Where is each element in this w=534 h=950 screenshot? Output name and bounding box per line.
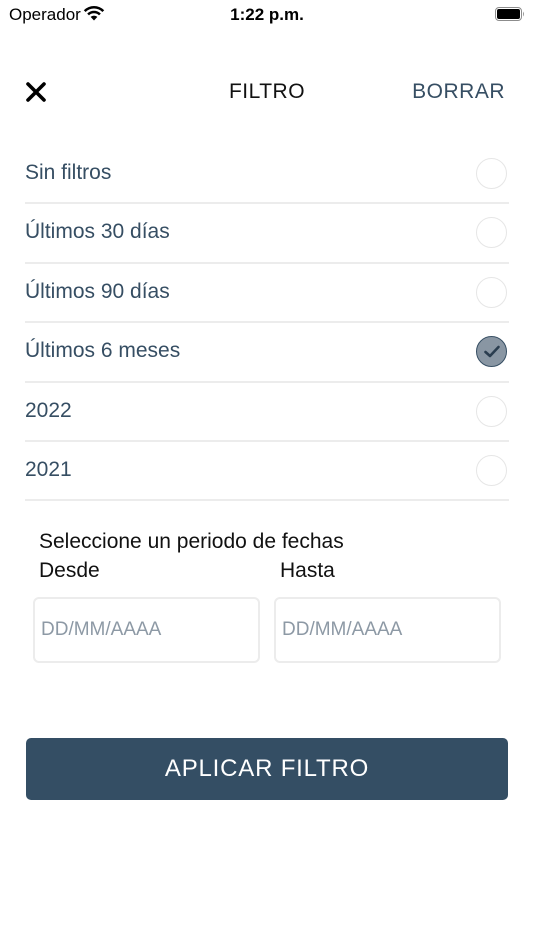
radio-button[interactable]	[476, 158, 507, 189]
option-ultimos-30-dias[interactable]: Últimos 30 días	[25, 204, 509, 264]
to-label: Hasta	[280, 559, 335, 582]
option-ultimos-6-meses[interactable]: Últimos 6 meses	[25, 323, 509, 383]
option-label: 2021	[25, 457, 72, 481]
header: FILTRO BORRAR	[0, 70, 534, 114]
option-label: Últimos 6 meses	[25, 339, 181, 363]
to-date-input[interactable]	[274, 597, 501, 663]
from-label: Desde	[39, 559, 100, 582]
option-2022[interactable]: 2022	[25, 383, 509, 442]
radio-button[interactable]	[476, 395, 507, 427]
radio-button-checked[interactable]	[476, 336, 507, 368]
checkmark-icon	[484, 345, 500, 358]
radio-button[interactable]	[476, 276, 507, 308]
option-label: 2022	[25, 398, 72, 422]
apply-filter-button[interactable]: APLICAR FILTRO	[26, 738, 508, 800]
battery-icon	[495, 7, 524, 21]
option-label: Últimos 90 días	[25, 279, 170, 303]
option-label: Últimos 30 días	[25, 220, 170, 244]
date-range-title: Seleccione un periodo de fechas	[39, 530, 344, 553]
radio-button[interactable]	[476, 454, 507, 486]
status-bar: Operador 1:22 p.m.	[0, 0, 534, 30]
option-2021[interactable]: 2021	[25, 442, 509, 502]
clear-button[interactable]: BORRAR	[412, 80, 505, 104]
clock: 1:22 p.m.	[230, 5, 304, 24]
option-label: Sin filtros	[25, 161, 112, 184]
radio-button[interactable]	[476, 217, 507, 249]
filter-options-list: Sin filtros Últimos 30 días Últimos 90 d…	[25, 145, 509, 502]
option-sin-filtros[interactable]: Sin filtros	[25, 145, 509, 205]
option-ultimos-90-dias[interactable]: Últimos 90 días	[25, 264, 509, 324]
from-date-input[interactable]	[33, 597, 260, 663]
